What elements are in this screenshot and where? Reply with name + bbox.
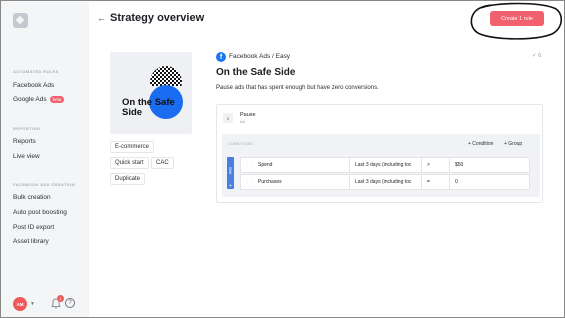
help-icon[interactable]: ? [65, 298, 75, 308]
condition-time-range[interactable]: Last 3 days (including toc [355, 162, 411, 168]
section-title-facebook-ads-creation: FACEBOOK ADS CREATION [13, 182, 76, 187]
section-title-automated-rules: AUTOMATED RULES [13, 69, 59, 74]
condition-value[interactable]: 0 [455, 179, 458, 185]
page-title: Strategy overview [110, 12, 205, 24]
sidebar-item-auto-post-boosting[interactable]: Auto post boosting [13, 209, 67, 216]
condition-value[interactable]: $50 [455, 162, 463, 168]
sidebar-item-reports[interactable]: Reports [13, 138, 36, 145]
divider [349, 175, 350, 189]
sidebar-item-google-ads[interactable]: Google Ads beta [13, 96, 65, 103]
pause-icon: II [223, 113, 233, 123]
add-group-button[interactable]: + Group [504, 141, 522, 147]
condition-metric[interactable]: Spend [258, 162, 272, 168]
condition-time-range[interactable]: Last 3 days (including toc [355, 179, 411, 185]
strategy-preview-image: On the Safe Side [110, 52, 192, 134]
sidebar-item-label: Google Ads [13, 96, 47, 103]
sidebar-item-label: Live view [13, 153, 40, 160]
usage-count: ✓ 6 [532, 53, 542, 59]
action-target: Ad [240, 119, 245, 124]
chevron-down-icon[interactable]: ▼ [30, 301, 35, 307]
sidebar-item-label: Facebook Ads [13, 82, 55, 89]
and-label: AND [228, 167, 233, 175]
conditions-title: CONDITIONS [228, 142, 253, 146]
sidebar-item-live-view[interactable]: Live view [13, 153, 40, 160]
condition-operator[interactable]: > [427, 162, 430, 168]
avatar[interactable]: AM [13, 297, 27, 311]
sidebar-item-label: Asset library [13, 238, 49, 245]
tag-quick-start[interactable]: Quick start [110, 157, 149, 169]
drag-handle-icon[interactable]: ⋮⋮ [245, 179, 255, 185]
sidebar-item-post-id-export[interactable]: Post ID export [13, 224, 54, 231]
divider [421, 175, 422, 189]
back-arrow-icon[interactable]: ← [97, 13, 106, 23]
add-condition-button[interactable]: + Condition [468, 141, 493, 147]
create-rule-button[interactable]: Create 1 rule [490, 11, 544, 26]
tag-e-commerce[interactable]: E-commerce [110, 141, 155, 153]
checkered-flag-icon [150, 66, 182, 86]
rule-description: Pause ads that has spent enough but have… [216, 85, 379, 91]
sidebar-item-facebook-ads[interactable]: Facebook Ads [13, 82, 54, 89]
duplicate-button[interactable]: Duplicate [110, 173, 146, 185]
condition-row[interactable]: ⋮⋮ Spend Last 3 days (including toc > $5… [240, 157, 530, 173]
rule-platform-meta: Facebook Ads / Easy [229, 53, 291, 60]
sidebar-item-label: Bulk creation [13, 194, 51, 201]
tag-cac[interactable]: CAC [151, 157, 174, 169]
beta-badge: beta [49, 96, 65, 103]
condition-row[interactable]: ⋮⋮ Purchases Last 3 days (including toc … [240, 174, 530, 190]
divider [449, 175, 450, 189]
rule-title: On the Safe Side [216, 67, 296, 78]
app-logo-icon[interactable] [13, 13, 28, 28]
condition-metric[interactable]: Purchases [258, 179, 282, 185]
sidebar-item-asset-library[interactable]: Asset library [13, 238, 49, 245]
sidebar-item-bulk-creation[interactable]: Bulk creation [13, 194, 51, 201]
facebook-icon: f [216, 52, 226, 62]
preview-title: On the Safe Side [122, 97, 175, 118]
add-row-plus-icon[interactable]: + [228, 184, 233, 189]
section-title-reporting: REPORTING [13, 126, 41, 131]
condition-operator[interactable]: = [427, 179, 430, 185]
notification-count-badge: 1 [57, 295, 64, 302]
sidebar-item-label: Post ID export [13, 224, 55, 231]
divider [421, 158, 422, 172]
divider [349, 158, 350, 172]
divider [449, 158, 450, 172]
sidebar-item-label: Auto post boosting [13, 209, 67, 216]
action-label: Pause [240, 112, 256, 118]
drag-handle-icon[interactable]: ⋮⋮ [245, 162, 255, 168]
sidebar-item-label: Reports [13, 138, 36, 145]
